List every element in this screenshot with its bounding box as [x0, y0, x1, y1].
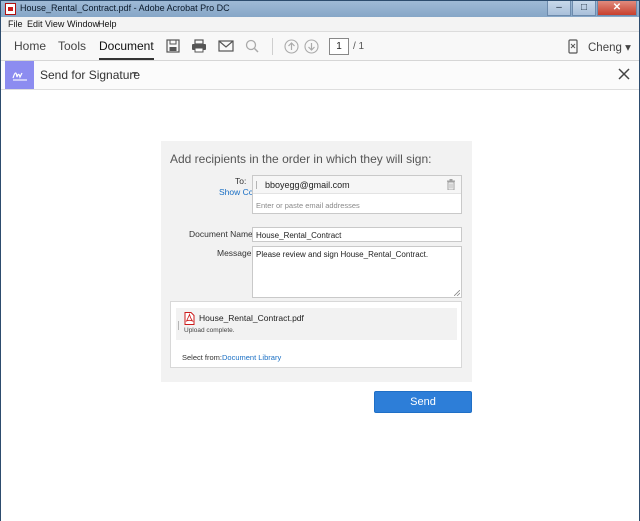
- trash-icon[interactable]: [446, 179, 456, 193]
- user-menu[interactable]: Cheng ▾: [588, 40, 631, 54]
- app-window: House_Rental_Contract.pdf - Adobe Acroba…: [0, 0, 640, 521]
- attachment-name: House_Rental_Contract.pdf: [199, 313, 304, 323]
- page-up-icon[interactable]: [282, 37, 300, 55]
- window-controls: – □ ✕: [546, 1, 637, 16]
- attachment-item[interactable]: House_Rental_Contract.pdf Upload complet…: [176, 308, 457, 340]
- menu-help[interactable]: Help: [98, 19, 117, 29]
- menu-window[interactable]: Window: [67, 19, 99, 29]
- print-icon[interactable]: [190, 37, 208, 55]
- message-textarea[interactable]: Please review and sign House_Rental_Cont…: [252, 246, 462, 298]
- save-icon[interactable]: [164, 37, 182, 55]
- attachments-panel: House_Rental_Contract.pdf Upload complet…: [170, 301, 462, 368]
- recipients-field[interactable]: bboyegg@gmail.com Enter or paste email a…: [252, 175, 462, 214]
- to-label: To:: [235, 176, 247, 186]
- drag-handle-icon[interactable]: [178, 321, 179, 330]
- task-title[interactable]: Send for Signature: [40, 68, 140, 82]
- task-header: Send for Signature: [1, 61, 639, 90]
- recipient-email: bboyegg@gmail.com: [265, 180, 350, 190]
- toolbar: Home Tools Document 1 / 1 Cheng ▾: [1, 32, 639, 61]
- toolbar-separator: [272, 38, 273, 55]
- window-close-button[interactable]: ✕: [597, 1, 637, 16]
- document-name-input[interactable]: House_Rental_Contract: [252, 227, 462, 242]
- signature-icon: [5, 61, 34, 89]
- show-cc-link[interactable]: Show Cc: [219, 187, 253, 197]
- minimize-button[interactable]: –: [547, 1, 571, 16]
- menu-file[interactable]: File: [8, 19, 23, 29]
- recipient-placeholder[interactable]: Enter or paste email addresses: [256, 201, 360, 210]
- window-title: House_Rental_Contract.pdf - Adobe Acroba…: [20, 3, 230, 13]
- select-from-label: Select from:: [182, 353, 223, 362]
- user-name: Cheng: [588, 42, 622, 54]
- title-bar: House_Rental_Contract.pdf - Adobe Acroba…: [1, 1, 639, 17]
- recipient-entry[interactable]: bboyegg@gmail.com: [253, 176, 461, 194]
- page-down-icon[interactable]: [302, 37, 320, 55]
- menu-view[interactable]: View: [45, 19, 64, 29]
- upload-status: Upload complete.: [184, 327, 235, 334]
- page-number-input[interactable]: 1: [329, 38, 349, 55]
- menu-edit[interactable]: Edit: [27, 19, 43, 29]
- menu-bar: File Edit View Window Help: [1, 17, 639, 32]
- tab-home[interactable]: Home: [14, 39, 46, 53]
- tab-document[interactable]: Document: [99, 39, 154, 60]
- content-area: Add recipients in the order in which the…: [1, 90, 639, 521]
- message-label: Message:: [217, 248, 254, 258]
- tab-tools[interactable]: Tools: [58, 39, 86, 53]
- acrobat-app-icon: [5, 3, 16, 15]
- email-icon[interactable]: [217, 37, 235, 55]
- pdf-file-icon: [184, 312, 195, 328]
- document-name-label: Document Name:: [189, 229, 256, 239]
- drag-handle-icon[interactable]: [256, 181, 257, 189]
- document-library-link[interactable]: Document Library: [222, 353, 281, 362]
- search-icon[interactable]: [243, 37, 261, 55]
- task-dropdown-icon[interactable]: [132, 72, 138, 75]
- maximize-button[interactable]: □: [572, 1, 596, 16]
- close-icon[interactable]: [617, 67, 633, 83]
- recipient-form: Add recipients in the order in which the…: [161, 141, 472, 382]
- message-text: Please review and sign House_Rental_Cont…: [256, 250, 429, 259]
- send-button[interactable]: Send: [374, 391, 472, 413]
- form-heading: Add recipients in the order in which the…: [170, 152, 432, 166]
- resize-handle-icon[interactable]: [454, 290, 460, 296]
- chevron-down-icon: ▾: [625, 42, 631, 54]
- page-total: / 1: [353, 41, 365, 52]
- mobile-device-icon[interactable]: [564, 37, 582, 55]
